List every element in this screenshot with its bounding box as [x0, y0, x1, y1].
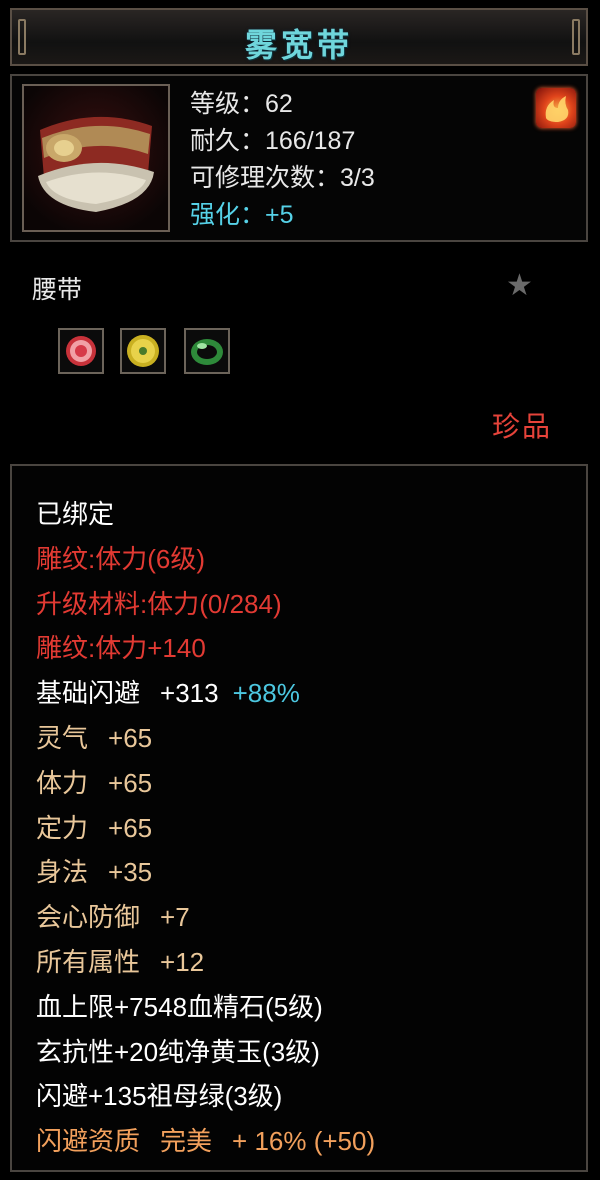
- attr-label: 身法: [36, 857, 89, 888]
- attr-value: +65: [108, 722, 153, 753]
- attr-value: +65: [108, 767, 153, 798]
- attr-label: 定力: [36, 812, 89, 843]
- green-emerald-icon: [184, 328, 230, 374]
- item-enhance: 强化：+5: [190, 201, 294, 229]
- attr-all-attributes: 所有属性 +12: [36, 940, 375, 985]
- item-durability: 耐久：166/187: [190, 127, 356, 155]
- upgrade-material: 升级材料:体力(0/284): [36, 588, 282, 619]
- attr-label: 体力: [36, 767, 89, 798]
- item-stats: 等级：62 耐久：166/187 可修理次数：3/3 强化：+5: [190, 86, 375, 234]
- attribute-section: 已绑定 雕纹:体力(6级) 升级材料:体力(0/284) 雕纹:体力+140 基…: [10, 464, 588, 1172]
- quality-label: 闪避资质: [36, 1126, 141, 1157]
- attr-label: 会心防御: [36, 902, 141, 933]
- red-gem-icon: [58, 328, 104, 374]
- attr-percent: +88%: [232, 678, 300, 709]
- attr-value: +313: [160, 678, 219, 709]
- attr-label: 基础闪避: [36, 678, 141, 709]
- attr-lingqi: 灵气 +65: [36, 716, 375, 761]
- title-bar: 雾宽带: [10, 8, 588, 66]
- yellow-jade-icon: [120, 328, 166, 374]
- belt-item-icon: [22, 84, 170, 232]
- item-tooltip-panel: 雾宽带 等级：62 耐久：166/187 可修理次数：3/3 强化：+5 腰带 …: [0, 0, 600, 1180]
- item-repair-count: 可修理次数：3/3: [190, 164, 375, 192]
- attr-label: 所有属性: [36, 946, 141, 977]
- favorite-star-icon[interactable]: ★: [506, 268, 533, 303]
- engrave-level: 雕纹:体力(6级): [36, 543, 206, 574]
- gem-socket-2: 玄抗性+20纯净黄玉(3级): [36, 1036, 320, 1067]
- attr-value: +7: [160, 902, 190, 933]
- attr-dodge-base: 基础闪避 +313 +88%: [36, 671, 375, 716]
- fire-element-icon: [536, 88, 576, 128]
- engrave-bonus: 雕纹:体力+140: [36, 633, 206, 664]
- attr-value: +65: [108, 812, 153, 843]
- attr-tili: 体力 +65: [36, 761, 375, 806]
- bound-status: 已绑定: [36, 499, 115, 529]
- gem-socket-1: 血上限+7548血精石(5级): [36, 991, 323, 1022]
- quality-grade: 完美: [160, 1126, 213, 1157]
- dodge-quality: 闪避资质 完美 + 16% (+50): [36, 1119, 375, 1164]
- item-type: 腰带: [32, 276, 83, 304]
- attr-dingli: 定力 +65: [36, 806, 375, 851]
- quality-value: + 16% (+50): [232, 1126, 376, 1157]
- attribute-list: 已绑定 雕纹:体力(6级) 升级材料:体力(0/284) 雕纹:体力+140 基…: [36, 492, 375, 1164]
- item-rarity: 珍品: [492, 411, 553, 442]
- gem-socket-3: 闪避+135祖母绿(3级): [36, 1081, 283, 1112]
- item-name: 雾宽带: [244, 27, 353, 63]
- item-level: 等级：62: [190, 90, 293, 118]
- attr-crit-defense: 会心防御 +7: [36, 895, 375, 940]
- item-header: 等级：62 耐久：166/187 可修理次数：3/3 强化：+5: [10, 74, 588, 242]
- attr-label: 灵气: [36, 722, 89, 753]
- attr-value: +35: [108, 857, 153, 888]
- attr-value: +12: [160, 946, 205, 977]
- attr-shenfa: 身法 +35: [36, 850, 375, 895]
